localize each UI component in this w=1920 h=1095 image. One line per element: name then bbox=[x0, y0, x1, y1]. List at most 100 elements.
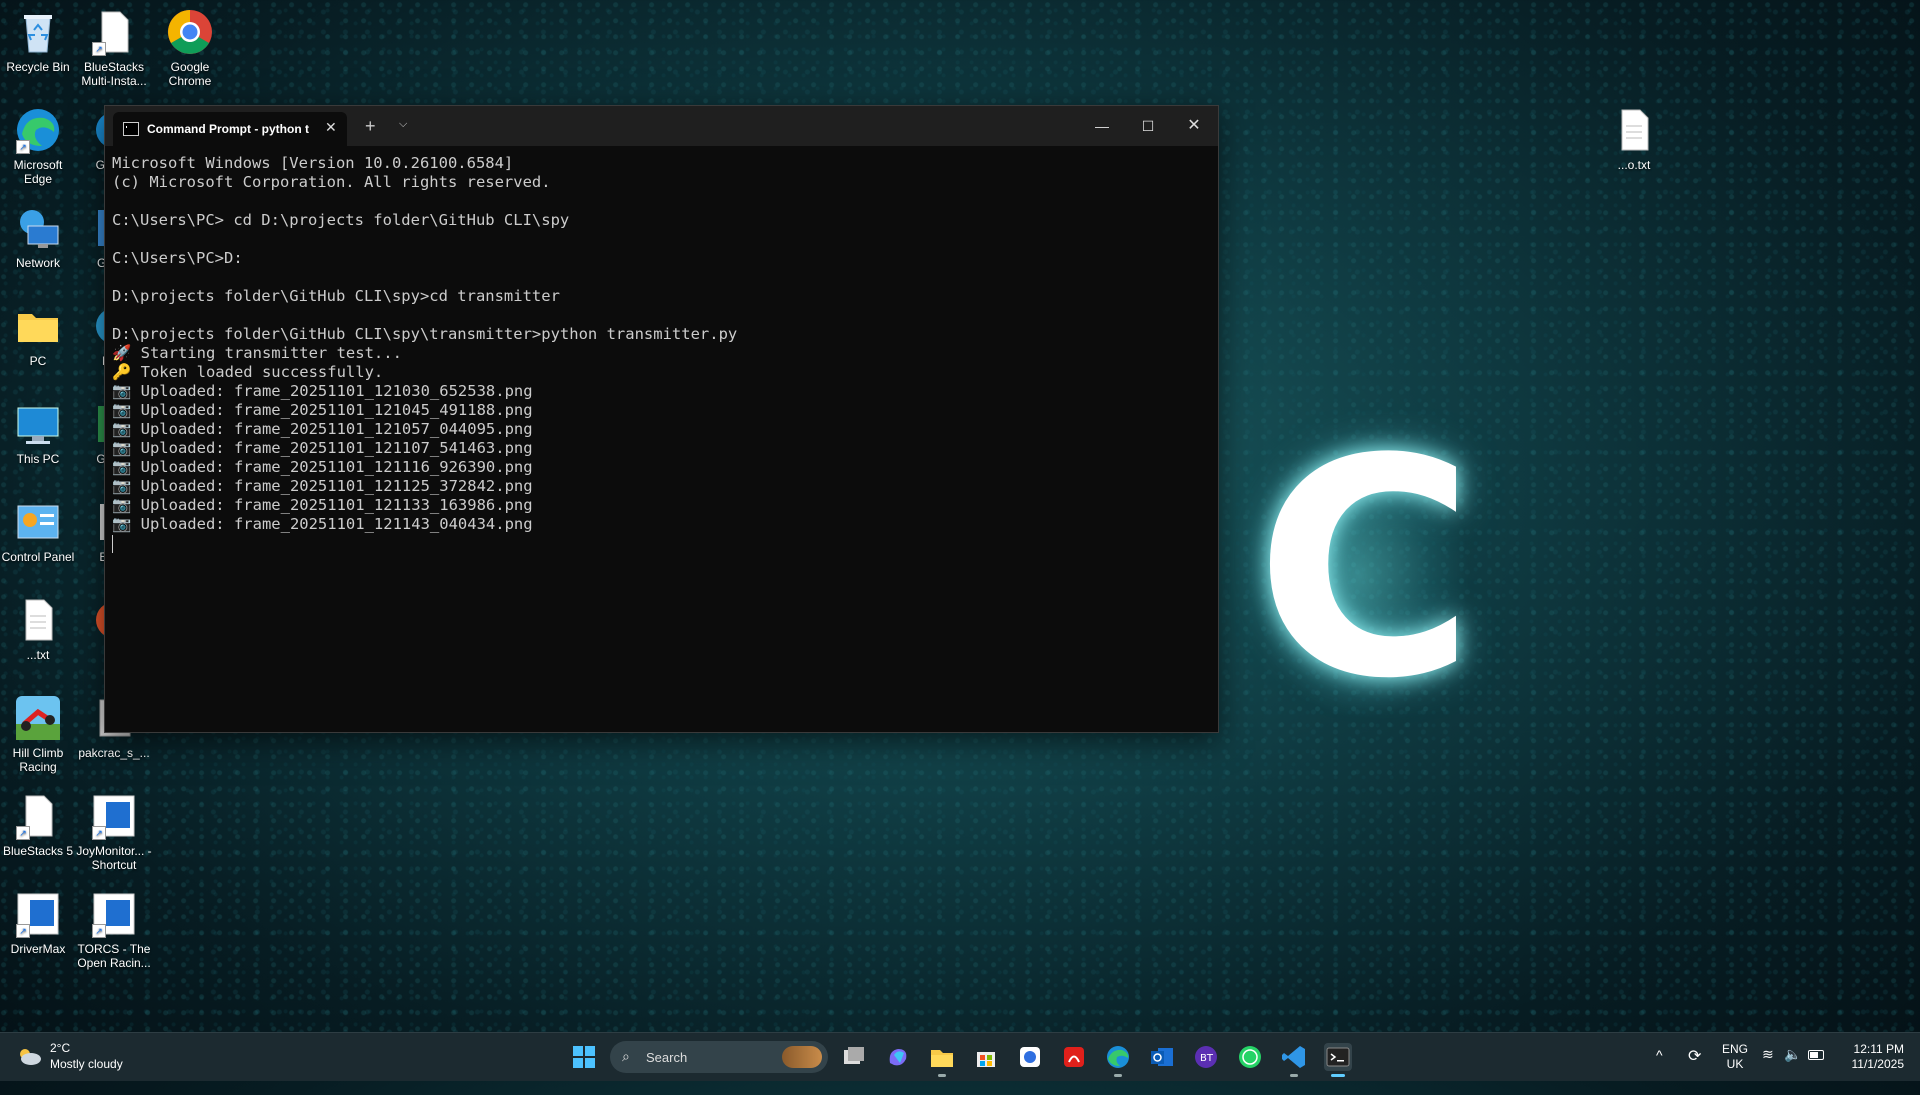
minimize-button[interactable]: — bbox=[1087, 114, 1117, 138]
console-line: D:\projects folder\GitHub CLI\spy>cd tra… bbox=[112, 287, 560, 305]
monitor-icon bbox=[14, 400, 62, 448]
edge-icon: ↗ bbox=[14, 106, 62, 154]
desktop-icon-label: DriverMax bbox=[10, 942, 66, 956]
desktop-icon-bluestacks-5[interactable]: ↗ BlueStacks 5 bbox=[0, 792, 76, 858]
windows-icon bbox=[573, 1046, 595, 1068]
desktop-icon-network[interactable]: Network bbox=[0, 204, 76, 270]
desktop-icon-this-pc[interactable]: This PC bbox=[0, 400, 76, 466]
desktop-icon-microsoft-edge[interactable]: ↗ Microsoft Edge bbox=[0, 106, 76, 186]
console-line: 📷 Uploaded: frame_20251101_121107_541463… bbox=[112, 439, 533, 457]
desktop-icon-label: TORCS - The Open Racin... bbox=[77, 942, 151, 970]
clock-time: 12:11 PM bbox=[1853, 1042, 1904, 1056]
maximize-button[interactable]: ☐ bbox=[1133, 114, 1163, 138]
file-explorer-icon[interactable] bbox=[928, 1043, 956, 1077]
clock-date: 11/1/2025 bbox=[1851, 1057, 1905, 1071]
tab-title: Command Prompt - python t bbox=[147, 122, 309, 136]
cloud-icon bbox=[16, 1047, 42, 1065]
volume-icon[interactable]: 🔈 bbox=[1784, 1046, 1801, 1094]
control-panel-icon bbox=[14, 498, 62, 546]
console-line: 📷 Uploaded: frame_20251101_121057_044095… bbox=[112, 420, 533, 438]
bt-app-icon[interactable]: BT bbox=[1192, 1043, 1220, 1071]
desktop-icon-control-panel[interactable]: Control Panel bbox=[0, 498, 76, 564]
console-output[interactable]: Microsoft Windows [Version 10.0.26100.65… bbox=[105, 146, 1218, 553]
text-file-icon bbox=[14, 596, 62, 644]
chrome-icon bbox=[166, 8, 214, 56]
photos-app-icon[interactable] bbox=[1016, 1043, 1044, 1071]
tab-close-icon[interactable]: ✕ bbox=[325, 119, 337, 136]
desktop-icon-label: ...txt bbox=[26, 648, 50, 662]
title-bar[interactable]: Command Prompt - python t ✕ + ⌵ — ☐ ✕ bbox=[105, 106, 1218, 146]
clock[interactable]: 12:11 PM 11/1/2025 bbox=[1836, 1042, 1905, 1090]
acrobat-icon[interactable] bbox=[1060, 1043, 1088, 1071]
weather-desc: Mostly cloudy bbox=[50, 1057, 123, 1071]
console-line: 📷 Uploaded: frame_20251101_121125_372842… bbox=[112, 477, 533, 495]
vscode-icon[interactable] bbox=[1280, 1043, 1308, 1077]
console-line: C:\Users\PC> cd D:\projects folder\GitHu… bbox=[112, 211, 570, 229]
desktop-icon-drivermax[interactable]: ↗ DriverMax bbox=[0, 890, 76, 956]
desktop-icon-label: This PC bbox=[16, 452, 60, 466]
wallpaper-letter-c: C bbox=[1255, 395, 1475, 744]
start-button[interactable] bbox=[570, 1043, 598, 1071]
chevron-down-icon[interactable]: ⌵ bbox=[399, 118, 407, 131]
app-shortcut-icon: ↗ bbox=[14, 890, 62, 938]
language-code: ENG bbox=[1722, 1042, 1749, 1056]
desktop-icon-o-txt[interactable]: ...o.txt bbox=[1596, 106, 1672, 172]
new-tab-button[interactable]: + bbox=[365, 116, 376, 137]
console-line: 🔑 Token loaded successfully. bbox=[112, 363, 384, 381]
desktop-icon-label: ...o.txt bbox=[1617, 158, 1651, 172]
desktop-icon-label: Hill Climb Racing bbox=[12, 746, 64, 774]
desktop-icon-label: JoyMonitor... - Shortcut bbox=[76, 844, 152, 872]
console-cursor-line bbox=[112, 534, 1218, 553]
tab-command-prompt[interactable]: Command Prompt - python t ✕ bbox=[113, 112, 347, 146]
close-button[interactable]: ✕ bbox=[1179, 114, 1209, 138]
desktop-icon-hill-climb-racing[interactable]: Hill Climb Racing bbox=[0, 694, 76, 774]
desktop-icon-google-chrome[interactable]: Google Chrome bbox=[152, 8, 228, 88]
hill-climb-racing-icon bbox=[14, 694, 62, 742]
console-line: C:\Users\PC>D: bbox=[112, 249, 243, 267]
search-label: Search bbox=[646, 1050, 688, 1065]
app-shortcut-icon: ↗ bbox=[90, 890, 138, 938]
wifi-icon[interactable]: ≋ bbox=[1762, 1046, 1774, 1094]
terminal-taskbar-icon[interactable] bbox=[1324, 1043, 1352, 1077]
desktop-icon-torcs[interactable]: ↗ TORCS - The Open Racin... bbox=[76, 890, 152, 970]
desktop-icon-label: pakcrac_s_... bbox=[78, 746, 150, 760]
battery-icon[interactable] bbox=[1808, 1050, 1824, 1060]
console-line: 📷 Uploaded: frame_20251101_121133_163986… bbox=[112, 496, 533, 514]
recycle-bin-icon bbox=[14, 8, 62, 56]
sync-icon[interactable]: ⟳ bbox=[1688, 1046, 1701, 1094]
language-indicator[interactable]: ENG UK bbox=[1722, 1042, 1748, 1090]
folder-icon bbox=[14, 302, 62, 350]
chevron-up-icon[interactable]: ^ bbox=[1656, 1047, 1663, 1095]
svg-text:BT: BT bbox=[1200, 1053, 1214, 1064]
console-line: Microsoft Windows [Version 10.0.26100.65… bbox=[112, 154, 514, 172]
language-region: UK bbox=[1726, 1057, 1744, 1071]
desktop-icon-label: Microsoft Edge bbox=[13, 158, 63, 186]
file-icon: ↗ bbox=[90, 8, 138, 56]
console-line: (c) Microsoft Corporation. All rights re… bbox=[112, 173, 551, 191]
desktop-icon-txt-file[interactable]: ...txt bbox=[0, 596, 76, 662]
desktop-icon-recycle-bin[interactable]: Recycle Bin bbox=[0, 8, 76, 74]
desktop-icon-label: Recycle Bin bbox=[6, 60, 70, 74]
text-file-icon bbox=[1610, 106, 1658, 154]
desktop-icon-label: Google Chrome bbox=[168, 60, 212, 88]
app-shortcut-icon: ↗ bbox=[90, 792, 138, 840]
desktop-icon-bluestacks-multi[interactable]: ↗ BlueStacks Multi-Insta... bbox=[76, 8, 152, 88]
file-icon: ↗ bbox=[14, 792, 62, 840]
console-line: D:\projects folder\GitHub CLI\spy\transm… bbox=[112, 325, 738, 343]
task-view-button[interactable] bbox=[840, 1043, 868, 1071]
microsoft-store-icon[interactable] bbox=[972, 1043, 1000, 1071]
copilot-icon[interactable] bbox=[884, 1043, 912, 1071]
terminal-window[interactable]: Command Prompt - python t ✕ + ⌵ — ☐ ✕ Mi… bbox=[104, 105, 1219, 733]
weather-temp: 2°C bbox=[50, 1041, 71, 1055]
taskbar-search[interactable]: ⌕ Search bbox=[610, 1041, 828, 1073]
desktop-icon-pc-folder[interactable]: PC bbox=[0, 302, 76, 368]
desktop-icon-joymonitor[interactable]: ↗ JoyMonitor... - Shortcut bbox=[76, 792, 152, 872]
edge-taskbar-icon[interactable] bbox=[1104, 1043, 1132, 1077]
whatsapp-icon[interactable] bbox=[1236, 1043, 1264, 1071]
desktop-icon-label: BlueStacks 5 bbox=[2, 844, 74, 858]
outlook-icon[interactable] bbox=[1148, 1043, 1176, 1071]
